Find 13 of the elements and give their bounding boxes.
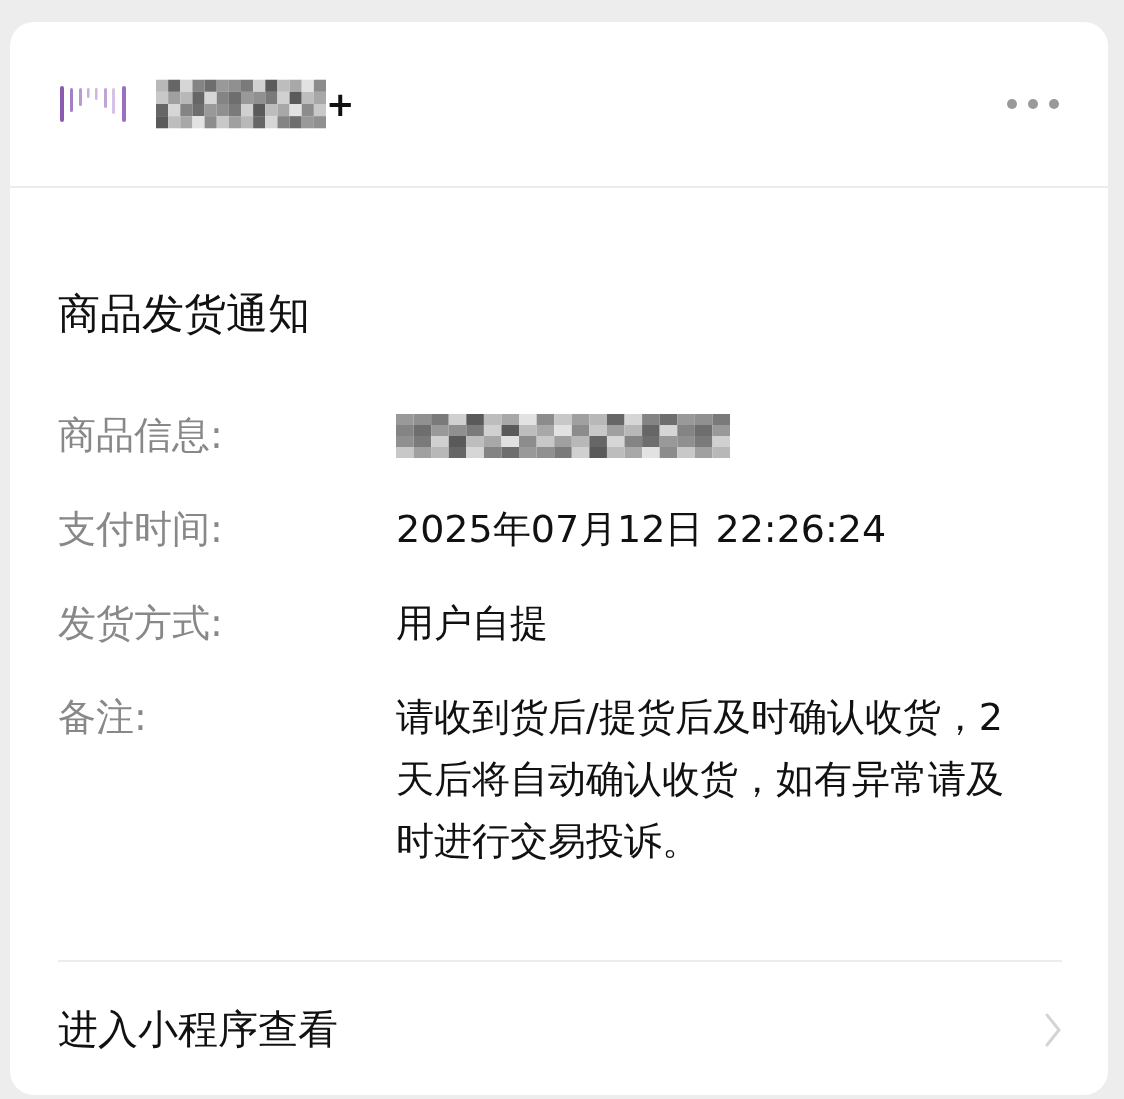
- field-value: 请收到货后/提货后及时确认收货，2天后将自动确认收货，如有异常请及时进行交易投诉。: [396, 694, 1005, 865]
- field-label: 备注:: [58, 694, 148, 741]
- chevron-right-icon[interactable]: [1044, 1011, 1062, 1048]
- app-name: +: [326, 84, 355, 124]
- notice-title: 商品发货通知: [58, 288, 311, 340]
- field-label: 商品信息:: [58, 412, 224, 459]
- app-logo-icon: [60, 86, 126, 122]
- field-value: 用户自提: [396, 600, 549, 647]
- more-icon[interactable]: [1006, 98, 1060, 110]
- open-mini-program-link[interactable]: 进入小程序查看: [58, 1002, 338, 1057]
- field-label: 发货方式:: [58, 600, 224, 647]
- field-label: 支付时间:: [58, 506, 224, 553]
- field-value: 2025年07月12日 22:26:24: [396, 506, 888, 553]
